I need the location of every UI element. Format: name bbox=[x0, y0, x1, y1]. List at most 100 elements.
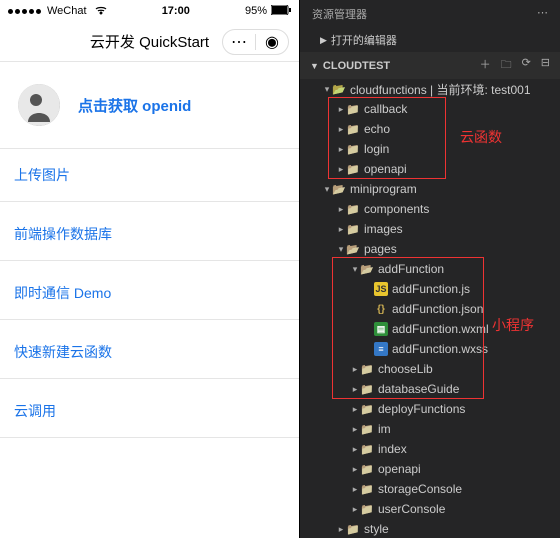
tree-label: storageConsole bbox=[378, 482, 462, 496]
tree-label: cloudfunctions | 当前环境: test001 bbox=[350, 81, 531, 98]
folder-login[interactable]: ▸login bbox=[300, 139, 560, 159]
folder-components[interactable]: ▸ components bbox=[300, 199, 560, 219]
folder-icon bbox=[360, 462, 374, 476]
tree-label: miniprogram bbox=[350, 182, 417, 196]
tree-label: im bbox=[378, 422, 391, 436]
chevron-down-icon: ▾ bbox=[322, 184, 332, 195]
folder-icon bbox=[332, 82, 346, 96]
tree-label: echo bbox=[364, 122, 390, 136]
tree-label: deployFunctions bbox=[378, 402, 465, 416]
tree-label: addFunction.wxml bbox=[392, 322, 489, 336]
opened-editors-header[interactable]: ▶ 打开的编辑器 bbox=[300, 28, 560, 52]
file-addFunction-json[interactable]: addFunction.json bbox=[300, 299, 560, 319]
folder-pages[interactable]: ▾pages bbox=[300, 239, 560, 259]
page-title: 云开发 QuickStart bbox=[90, 31, 209, 52]
folder-icon bbox=[332, 182, 346, 196]
folder-cloudfunctions---------test001[interactable]: ▾cloudfunctions | 当前环境: test001 bbox=[300, 79, 560, 99]
panel-title-bar: 资源管理器 ⋯ bbox=[300, 0, 560, 28]
capsule: ⋯ ◉ bbox=[222, 29, 289, 55]
folder-icon bbox=[360, 382, 374, 396]
chevron-right-icon: ▸ bbox=[350, 384, 360, 395]
folder-style[interactable]: ▸style bbox=[300, 519, 560, 538]
menu-item-4[interactable]: 云调用 bbox=[0, 385, 299, 438]
folder-miniprogram[interactable]: ▾ miniprogram bbox=[300, 179, 560, 199]
tree-label: addFunction.js bbox=[392, 282, 470, 296]
chevron-right-icon: ▸ bbox=[350, 404, 360, 415]
new-file-icon[interactable]: ＋ bbox=[480, 56, 491, 75]
folder-icon bbox=[360, 262, 374, 276]
menu-list: 上传图片前端操作数据库即时通信 Demo 快速新建云函数云调用 bbox=[0, 148, 299, 444]
file-addFunction-wxml[interactable]: ▤ addFunction.wxml bbox=[300, 319, 560, 339]
carrier-label: WeChat bbox=[47, 5, 87, 17]
folder-icon bbox=[360, 422, 374, 436]
chevron-right-icon: ▸ bbox=[336, 224, 346, 235]
folder-index[interactable]: ▸ index bbox=[300, 439, 560, 459]
json-icon bbox=[374, 302, 388, 316]
tree-label: addFunction bbox=[378, 262, 444, 276]
chevron-right-icon: ▸ bbox=[336, 124, 346, 135]
tree-label: openapi bbox=[364, 162, 407, 176]
folder-openapi[interactable]: ▸openapi bbox=[300, 459, 560, 479]
folder-icon bbox=[360, 442, 374, 456]
folder-icon bbox=[346, 162, 360, 176]
battery-icon bbox=[271, 5, 291, 18]
nav-bar: 云开发 QuickStart ⋯ ◉ bbox=[0, 22, 299, 62]
chevron-right-icon: ▸ bbox=[336, 104, 346, 115]
menu-item-1[interactable]: 前端操作数据库 bbox=[0, 208, 299, 261]
status-bar: WeChat 17:00 95% bbox=[0, 0, 299, 22]
folder-icon bbox=[360, 362, 374, 376]
folder-icon bbox=[346, 102, 360, 116]
explorer-panel: 资源管理器 ⋯ ▶ 打开的编辑器 ▼CLOUDTEST ＋ 🗀 ⟳ ⊟ 云函数 … bbox=[300, 0, 560, 538]
tree-label: openapi bbox=[378, 462, 421, 476]
menu-item-3[interactable]: 快速新建云函数 bbox=[0, 326, 299, 379]
chevron-right-icon: ▸ bbox=[350, 444, 360, 455]
wxml-icon: ▤ bbox=[374, 322, 388, 336]
refresh-icon[interactable]: ⟳ bbox=[522, 56, 531, 75]
wifi-icon bbox=[95, 5, 107, 18]
chevron-right-icon: ▸ bbox=[350, 364, 360, 375]
folder-openapi[interactable]: ▸openapi bbox=[300, 159, 560, 179]
tree-label: index bbox=[378, 442, 407, 456]
menu-item-0[interactable]: 上传图片 bbox=[0, 149, 299, 202]
folder-databaseGuide[interactable]: ▸ databaseGuide bbox=[300, 379, 560, 399]
tree-label: addFunction.json bbox=[392, 302, 483, 316]
tree-label: databaseGuide bbox=[378, 382, 459, 396]
get-openid-button[interactable]: 点击获取 openid bbox=[78, 95, 191, 116]
chevron-right-icon: ▸ bbox=[336, 144, 346, 155]
collapse-icon[interactable]: ⊟ bbox=[541, 56, 550, 75]
close-button[interactable]: ◉ bbox=[256, 29, 288, 55]
folder-userConsole[interactable]: ▸userConsole bbox=[300, 499, 560, 519]
folder-icon bbox=[360, 502, 374, 516]
wxss-icon: ≡ bbox=[374, 342, 388, 356]
hero-section: 点击获取 openid bbox=[0, 62, 299, 148]
tree-label: images bbox=[364, 222, 403, 236]
root-header[interactable]: ▼CLOUDTEST ＋ 🗀 ⟳ ⊟ bbox=[300, 52, 560, 79]
avatar[interactable] bbox=[18, 84, 60, 126]
folder-icon bbox=[346, 522, 360, 536]
folder-echo[interactable]: ▸ echo bbox=[300, 119, 560, 139]
folder-storageConsole[interactable]: ▸storageConsole bbox=[300, 479, 560, 499]
chevron-right-icon: ▸ bbox=[350, 424, 360, 435]
chevron-right-icon: ▸ bbox=[350, 504, 360, 515]
chevron-right-icon: ▸ bbox=[336, 524, 346, 535]
tree-label: addFunction.wxss bbox=[392, 342, 488, 356]
tree-label: callback bbox=[364, 102, 407, 116]
folder-addFunction[interactable]: ▾addFunction bbox=[300, 259, 560, 279]
folder-deployFunctions[interactable]: ▸ deployFunctions bbox=[300, 399, 560, 419]
folder-chooseLib[interactable]: ▸chooseLib bbox=[300, 359, 560, 379]
folder-images[interactable]: ▸ images bbox=[300, 219, 560, 239]
tree-label: components bbox=[364, 202, 429, 216]
folder-icon bbox=[346, 222, 360, 236]
menu-button[interactable]: ⋯ bbox=[223, 29, 255, 55]
folder-icon bbox=[346, 242, 360, 256]
more-icon[interactable]: ⋯ bbox=[537, 6, 548, 22]
new-folder-icon[interactable]: 🗀 bbox=[501, 56, 512, 75]
folder-callback[interactable]: ▸ callback bbox=[300, 99, 560, 119]
file-tree: 云函数 小程序 ▾cloudfunctions | 当前环境: test001▸… bbox=[300, 79, 560, 538]
menu-item-2[interactable]: 即时通信 Demo bbox=[0, 267, 299, 320]
file-addFunction-js[interactable]: JSaddFunction.js bbox=[300, 279, 560, 299]
folder-im[interactable]: ▸ im bbox=[300, 419, 560, 439]
file-addFunction-wxss[interactable]: ≡ addFunction.wxss bbox=[300, 339, 560, 359]
chevron-right-icon: ▸ bbox=[336, 204, 346, 215]
root-label: CLOUDTEST bbox=[323, 60, 390, 72]
